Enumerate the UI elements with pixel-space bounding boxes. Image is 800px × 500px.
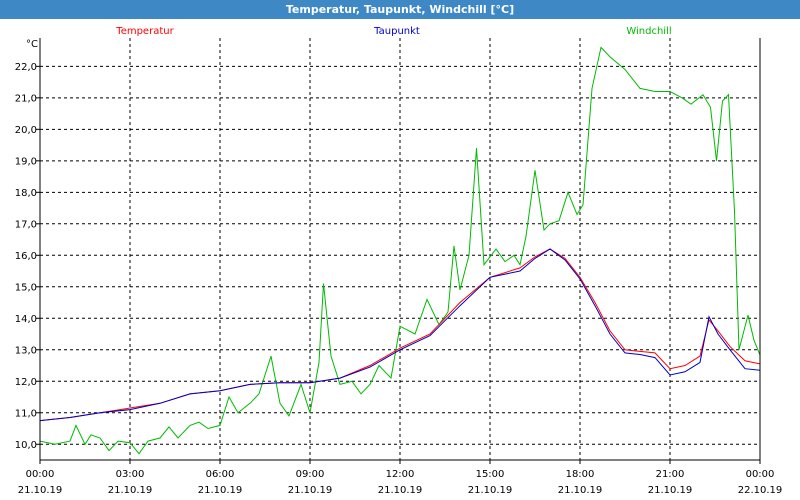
legend-temperatur: Temperatur: [115, 26, 174, 37]
x-tick-date: 21.10.19: [468, 485, 513, 496]
y-tick-label: 21,0: [15, 93, 37, 104]
x-tick-date: 21.10.19: [648, 485, 693, 496]
x-tick-time: 00:00: [746, 469, 775, 480]
x-tick-date: 21.10.19: [378, 485, 423, 496]
x-tick-date: 21.10.19: [18, 485, 63, 496]
x-tick-time: 00:00: [26, 469, 55, 480]
x-tick-time: 12:00: [386, 469, 415, 480]
y-tick-label: 22,0: [15, 62, 37, 73]
y-tick-label: 15,0: [15, 282, 37, 293]
legend-taupunkt: Taupunkt: [373, 26, 420, 37]
y-tick-label: 20,0: [15, 125, 37, 136]
y-tick-label: 10,0: [15, 440, 37, 451]
y-tick-label: 11,0: [15, 408, 37, 419]
y-tick-label: 17,0: [15, 219, 37, 230]
legend-windchill: Windchill: [626, 26, 671, 37]
x-tick-time: 18:00: [566, 469, 595, 480]
series-line-windchill: [40, 46, 760, 455]
x-tick-date: 21.10.19: [198, 485, 243, 496]
y-tick-label: 13,0: [15, 345, 37, 356]
y-tick-label: 18,0: [15, 188, 37, 199]
x-tick-time: 03:00: [116, 469, 145, 480]
x-tick-date: 21.10.19: [288, 485, 333, 496]
x-tick-time: 06:00: [206, 469, 235, 480]
x-tick-date: 21.10.19: [558, 485, 603, 496]
x-tick-date: 21.10.19: [108, 485, 153, 496]
chart: 10,0 11,0 12,0 13,0 14,0 15,0 16,0 17,0 18,0 19,0…: [15, 26, 783, 496]
y-tick-label: 16,0: [15, 251, 37, 262]
y-axis-unit: °C: [26, 39, 38, 50]
x-tick-date: 22.10.19: [738, 485, 783, 496]
x-tick-time: 15:00: [476, 469, 505, 480]
x-tick-time: 09:00: [296, 469, 325, 480]
y-tick-label: 14,0: [15, 314, 37, 325]
y-tick-label: 19,0: [15, 156, 37, 167]
y-tick-label: 12,0: [15, 377, 37, 388]
x-tick-time: 21:00: [656, 469, 685, 480]
